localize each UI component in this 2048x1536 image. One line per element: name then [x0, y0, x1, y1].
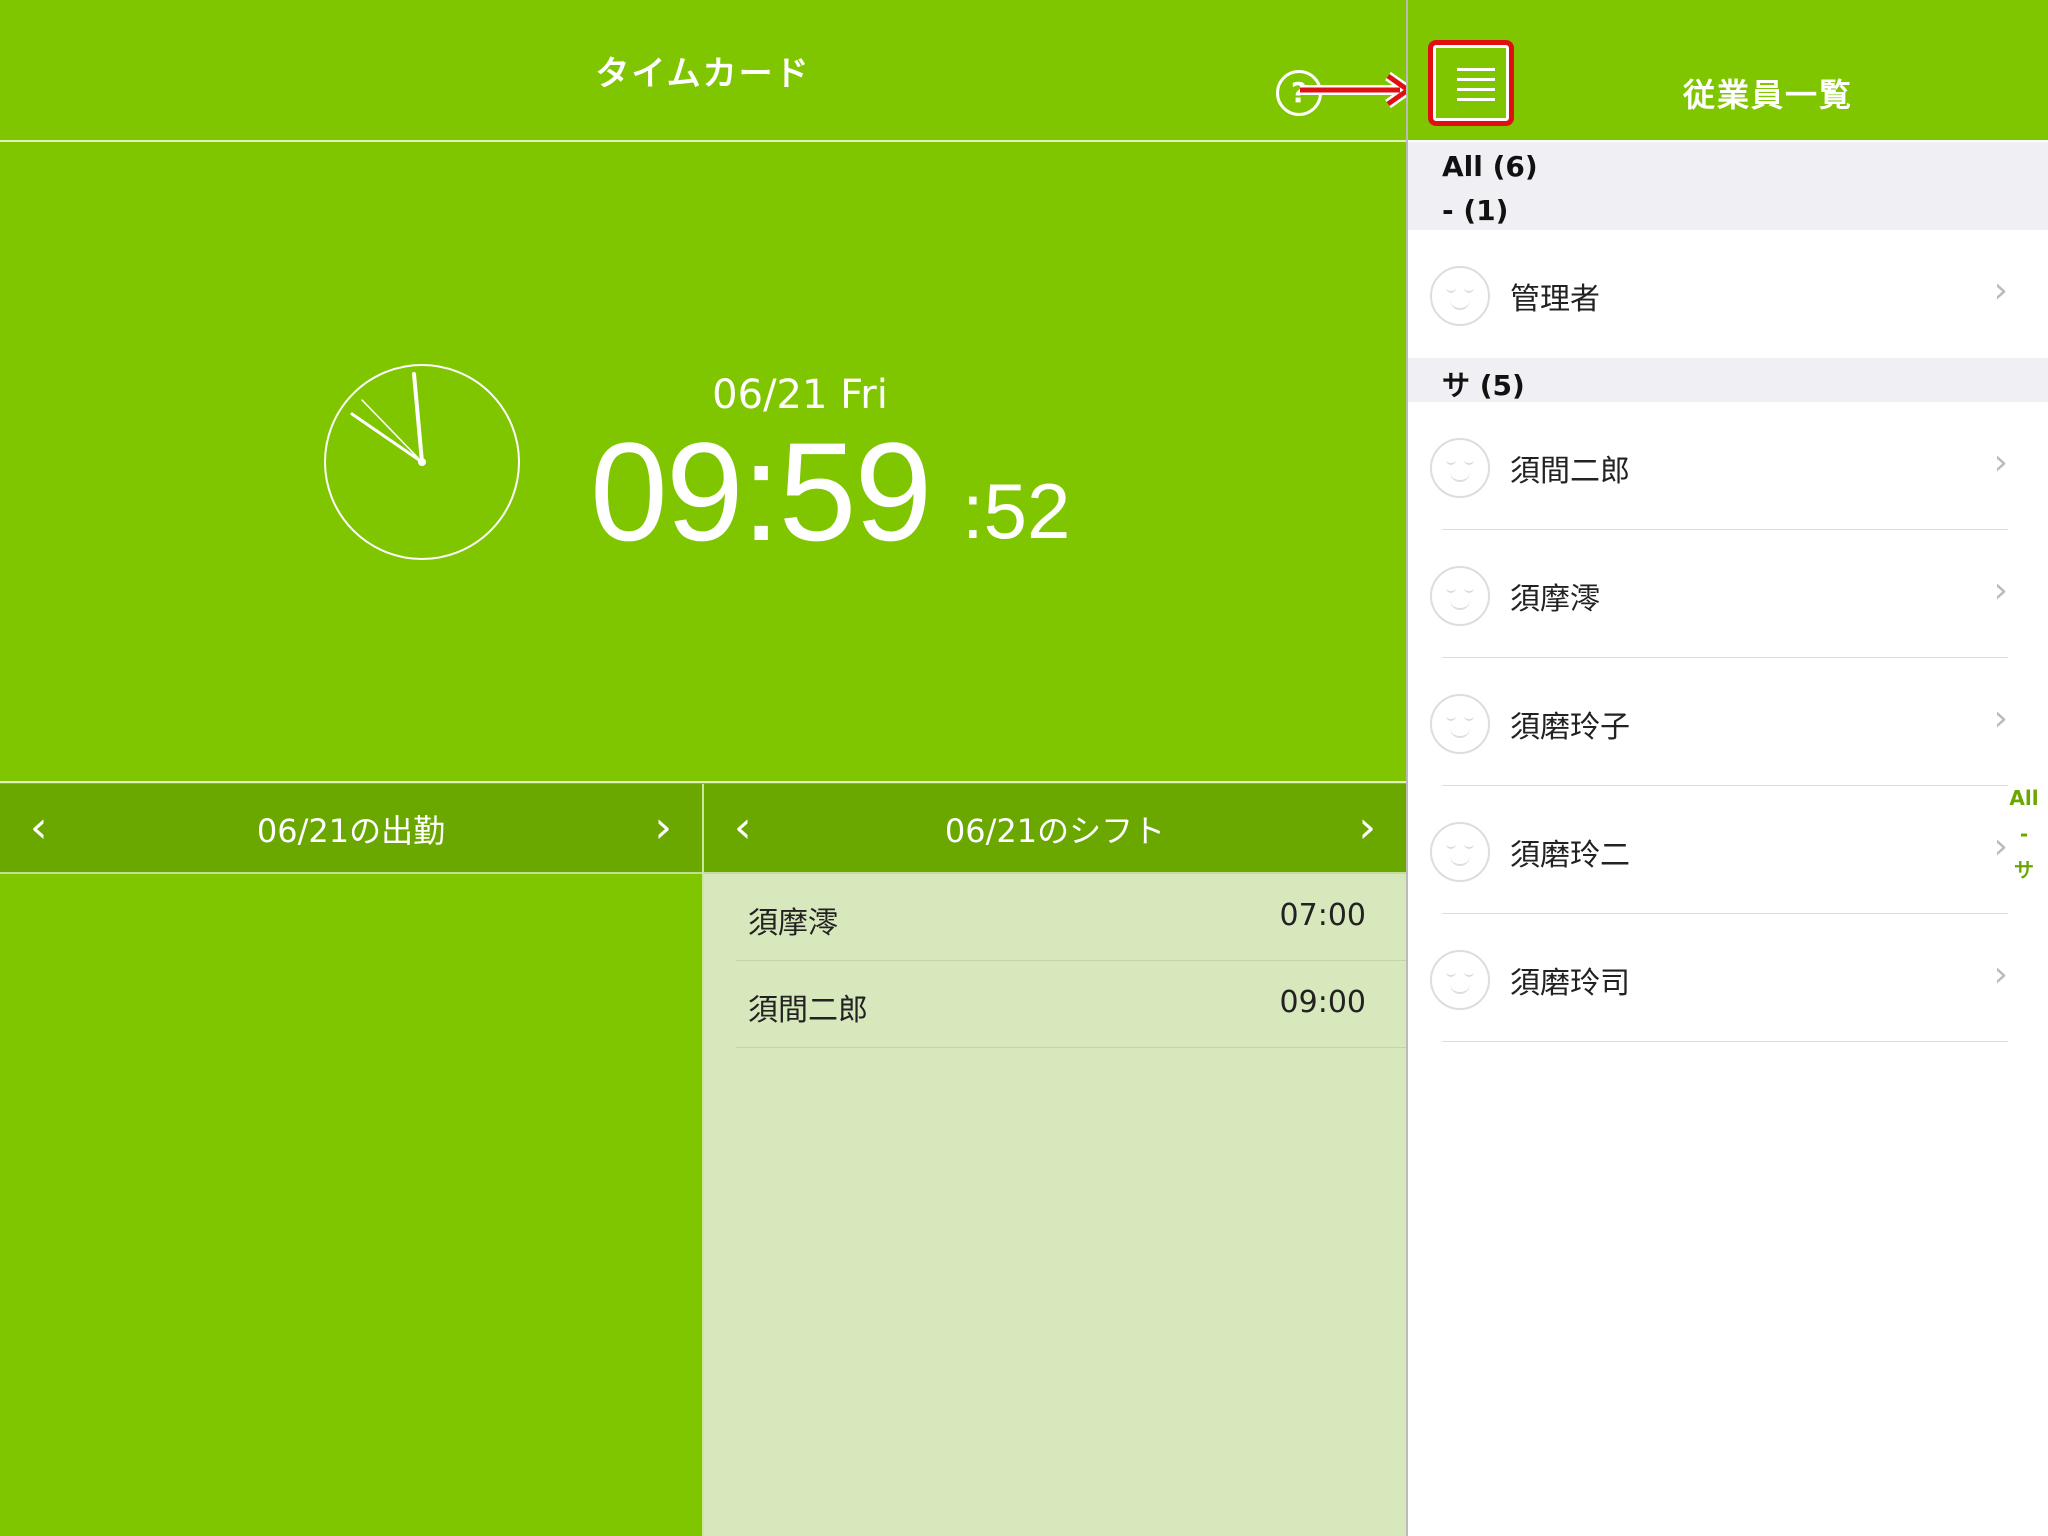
current-seconds: :52 [962, 467, 1071, 555]
timecard-pane: タイムカード ? 06/21 Fri 09:59 :52 ‹ 06/21の出勤 … [0, 0, 1413, 1536]
analog-clock-icon [324, 364, 520, 560]
shift-row[interactable]: 須間二郎 09:00 [736, 961, 1406, 1048]
attendance-next-button[interactable]: › [654, 806, 672, 850]
avatar-icon [1430, 266, 1490, 326]
shift-time: 07:00 [1279, 898, 1366, 933]
shift-nav-bar: ‹ 06/21のシフト › [704, 784, 1406, 874]
current-time: 09:59 [590, 413, 932, 570]
chevron-right-icon: › [1993, 270, 2008, 311]
employee-name: 管理者 [1510, 282, 1600, 317]
divider [0, 781, 1406, 783]
employee-name: 須磨玲二 [1510, 838, 1630, 873]
index-all[interactable]: All [2004, 780, 2044, 816]
index-dash[interactable]: - [2004, 816, 2044, 852]
menu-button[interactable] [1428, 40, 1514, 126]
avatar-icon [1430, 822, 1490, 882]
shift-row[interactable]: 須摩澪 07:00 [736, 874, 1406, 961]
section-header-sa: サ (5) [1408, 358, 2048, 402]
avatar-icon [1430, 950, 1490, 1010]
shift-next-button[interactable]: › [1358, 806, 1376, 850]
chevron-right-icon: › [1993, 698, 2008, 739]
employee-row[interactable]: 須磨玲二 › [1408, 786, 2008, 914]
employee-row[interactable]: 須磨玲子 › [1408, 658, 2008, 786]
hamburger-icon [1457, 68, 1495, 71]
employee-row[interactable]: 須間二郎 › [1408, 402, 2008, 530]
index-sa[interactable]: サ [2004, 852, 2044, 888]
hamburger-icon [1457, 98, 1495, 101]
hamburger-icon [1457, 78, 1495, 81]
shift-time: 09:00 [1279, 985, 1366, 1020]
employee-list-pane: 従業員一覧 All (6) - (1) 管理者 › サ (5) 須間二郎 › 須… [1406, 0, 2048, 1536]
shift-title: 06/21のシフト [944, 812, 1166, 850]
chevron-right-icon: › [1993, 570, 2008, 611]
avatar-icon [1430, 438, 1490, 498]
employee-row[interactable]: 須摩澪 › [1408, 530, 2008, 658]
hamburger-icon [1457, 88, 1495, 91]
timecard-header: タイムカード ? [0, 0, 1406, 142]
section-header-all: All (6) - (1) [1408, 142, 2048, 230]
attendance-nav-bar: ‹ 06/21の出勤 › [0, 784, 702, 874]
chevron-right-icon: › [1993, 442, 2008, 483]
shift-employee-name: 須間二郎 [748, 993, 868, 1028]
section-label: サ (5) [1442, 369, 1525, 402]
employee-name: 須間二郎 [1510, 454, 1630, 489]
employee-name: 須磨玲司 [1510, 966, 1630, 1001]
employee-list-header: 従業員一覧 [1408, 0, 2048, 140]
attendance-list [0, 874, 702, 1536]
section-index: All - サ [2004, 780, 2044, 888]
attendance-title: 06/21の出勤 [256, 812, 446, 850]
section-label: - (1) [1442, 194, 1509, 227]
employee-name: 須摩澪 [1510, 582, 1600, 617]
employee-list-title: 従業員一覧 [1682, 76, 1853, 114]
employee-name: 須磨玲子 [1510, 710, 1630, 745]
all-count: All (6) [1442, 150, 1538, 183]
red-arrow-annotation [1300, 71, 1413, 109]
shift-employee-name: 須摩澪 [748, 906, 838, 941]
avatar-icon [1430, 694, 1490, 754]
divider [1442, 1041, 2008, 1042]
employee-row[interactable]: 須磨玲司 › [1408, 914, 2008, 1042]
chevron-right-icon: › [1993, 954, 2008, 995]
employee-row[interactable]: 管理者 › [1408, 230, 2008, 358]
shift-list: 須摩澪 07:00 須間二郎 09:00 [704, 874, 1406, 1536]
page-title: タイムカード [595, 54, 811, 94]
avatar-icon [1430, 566, 1490, 626]
